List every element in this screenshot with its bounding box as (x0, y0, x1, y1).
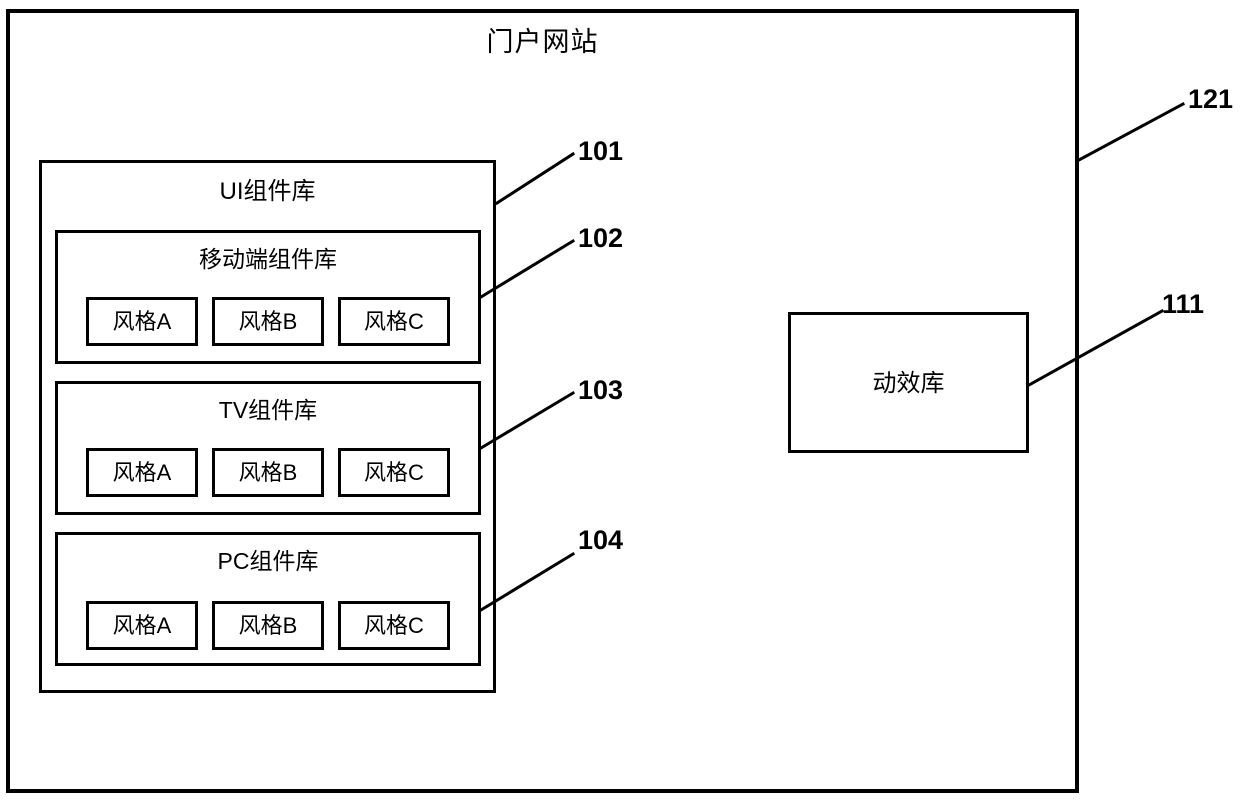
style-chip-mobile-a: 风格A (86, 297, 198, 346)
leader-line-121 (1076, 101, 1186, 163)
motion-effects-library-title: 动效库 (872, 370, 945, 397)
mobile-style-row: 风格A 风格B 风格C (55, 297, 481, 346)
style-chip-mobile-c: 风格C (338, 297, 450, 346)
diagram-canvas: 门户网站 UI组件库 移动端组件库 风格A 风格B 风格C TV组件库 风格A … (0, 0, 1240, 800)
style-chip-pc-c: 风格C (338, 601, 450, 650)
mobile-component-library-title: 移动端组件库 (199, 246, 337, 272)
portal-website-title: 门户网站 (486, 27, 599, 57)
style-chip-pc-a: 风格A (86, 601, 198, 650)
reference-number-111: 111 (1162, 289, 1205, 319)
ui-component-library-title: UI组件库 (219, 178, 316, 205)
reference-number-104: 104 (578, 525, 624, 555)
reference-number-121: 121 (1188, 84, 1234, 114)
pc-component-library-title: PC组件库 (217, 548, 319, 574)
style-chip-pc-b: 风格B (212, 601, 324, 650)
tv-component-library-title: TV组件库 (218, 397, 318, 423)
pc-style-row: 风格A 风格B 风格C (55, 601, 481, 650)
style-chip-tv-a: 风格A (86, 448, 198, 497)
reference-number-103: 103 (578, 375, 624, 405)
style-chip-mobile-b: 风格B (212, 297, 324, 346)
style-chip-tv-b: 风格B (212, 448, 324, 497)
reference-number-102: 102 (578, 223, 624, 253)
reference-number-101: 101 (578, 136, 624, 166)
tv-style-row: 风格A 风格B 风格C (55, 448, 481, 497)
style-chip-tv-c: 风格C (338, 448, 450, 497)
